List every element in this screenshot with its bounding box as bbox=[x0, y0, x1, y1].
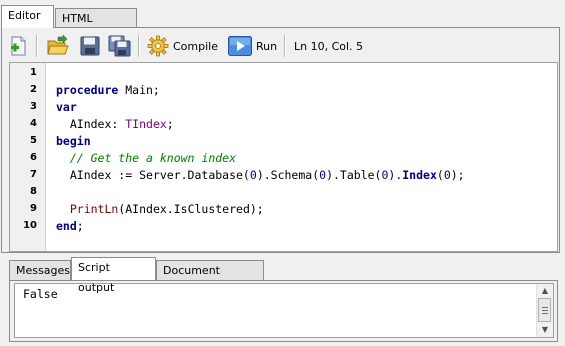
code-editor[interactable]: 1 2 3 4 5 6 7 8 9 10 procedure Main; var AIndex: T… bbox=[9, 62, 558, 252]
code-line: // Get the a known index bbox=[56, 150, 236, 167]
line-number-gutter: 1 2 3 4 5 6 7 8 9 10 bbox=[10, 63, 46, 251]
code-token: PrintLn bbox=[69, 202, 119, 216]
code-token: Main; bbox=[118, 83, 160, 97]
code-token: ). bbox=[388, 168, 403, 182]
code-token: ( bbox=[436, 168, 444, 182]
code-token: (AIndex.IsClustered); bbox=[118, 202, 264, 216]
code-line: var bbox=[56, 99, 77, 116]
run-label: Run bbox=[256, 39, 278, 53]
code-token: procedure bbox=[56, 83, 119, 97]
line-number: 6 bbox=[30, 152, 37, 163]
top-tab-bar: Editor HTML output bbox=[0, 0, 565, 45]
tab-document-settings[interactable]: Document settings bbox=[156, 260, 264, 297]
code-token: AIndex: bbox=[56, 117, 126, 131]
code-token: 0 bbox=[249, 168, 257, 182]
cursor-position-status: Ln 10, Col. 5 bbox=[294, 40, 364, 53]
code-token: 0 bbox=[443, 168, 451, 182]
line-number: 8 bbox=[30, 186, 37, 197]
play-icon bbox=[228, 36, 252, 56]
save-all-icon bbox=[108, 35, 132, 57]
scroll-thumb[interactable] bbox=[538, 298, 551, 322]
toolbar: Compile Run Ln 10, Col. 5 bbox=[6, 33, 558, 59]
line-number: 1 bbox=[30, 67, 37, 78]
code-line: begin bbox=[56, 133, 91, 150]
code-token: TIndex bbox=[125, 117, 167, 131]
gear-icon bbox=[147, 35, 169, 57]
line-number: 9 bbox=[30, 203, 37, 214]
tab-html-output[interactable]: HTML output bbox=[55, 8, 137, 45]
open-button[interactable] bbox=[46, 33, 70, 59]
line-number: 5 bbox=[30, 135, 37, 146]
compile-label: Compile bbox=[173, 39, 218, 53]
tab-messages[interactable]: Messages bbox=[9, 260, 71, 281]
code-token: begin bbox=[56, 134, 91, 148]
floppy-disk-icon bbox=[80, 36, 100, 56]
save-button[interactable] bbox=[80, 33, 100, 59]
code-line: AIndex := Server.Database(0).Schema(0).T… bbox=[56, 167, 465, 184]
run-button[interactable]: Run bbox=[228, 33, 277, 59]
code-line: PrintLn(AIndex.IsClustered); bbox=[56, 201, 264, 218]
code-line: end; bbox=[56, 218, 84, 235]
code-token: end bbox=[56, 219, 77, 233]
new-document-icon bbox=[8, 35, 30, 57]
code-token: var bbox=[56, 100, 77, 114]
code-token: ); bbox=[450, 168, 465, 182]
line-number: 10 bbox=[23, 220, 37, 231]
scroll-up-arrow-icon[interactable]: ▲ bbox=[537, 284, 553, 298]
code-token: ).Schema( bbox=[256, 168, 320, 182]
code-token: ; bbox=[166, 117, 174, 131]
code-token: ).Table( bbox=[326, 168, 382, 182]
scroll-down-arrow-icon[interactable]: ▼ bbox=[537, 323, 553, 337]
code-line: procedure Main; bbox=[56, 82, 160, 99]
line-number: 2 bbox=[30, 84, 37, 95]
line-number: 4 bbox=[30, 118, 37, 129]
output-text: False bbox=[23, 287, 58, 301]
save-all-button[interactable] bbox=[108, 33, 132, 59]
output-scrollbar[interactable]: ▲ ▼ bbox=[536, 284, 553, 337]
code-line: AIndex: TIndex; bbox=[56, 116, 174, 133]
code-token: Index bbox=[402, 168, 437, 182]
open-folder-icon bbox=[46, 35, 70, 57]
line-number: 3 bbox=[30, 101, 37, 112]
line-number: 7 bbox=[30, 169, 37, 180]
tab-script-output[interactable]: Script output bbox=[71, 257, 156, 294]
compile-button[interactable]: Compile bbox=[147, 33, 218, 59]
new-button[interactable] bbox=[8, 33, 30, 59]
code-token: AIndex := Server.Database( bbox=[56, 168, 250, 182]
code-token: ; bbox=[76, 219, 84, 233]
code-token: // Get the a known index bbox=[56, 151, 237, 165]
tab-editor[interactable]: Editor bbox=[1, 5, 54, 28]
